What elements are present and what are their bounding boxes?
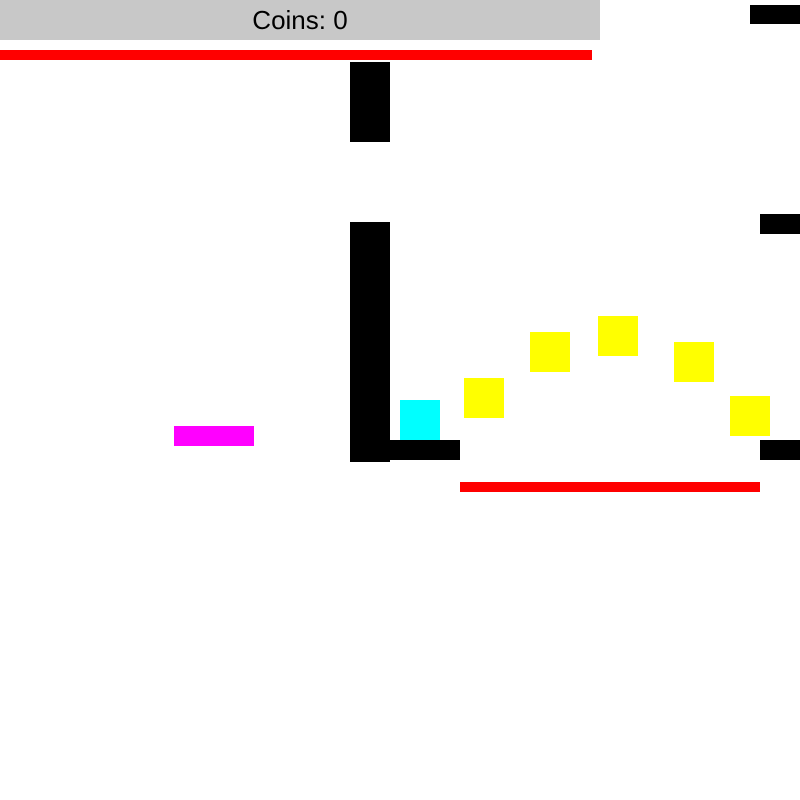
platform-right-top (750, 5, 800, 24)
hazard-top (0, 50, 592, 60)
game-canvas[interactable]: Coins: 0 (0, 0, 800, 800)
moving-platform (174, 426, 254, 446)
hazard-bottom (460, 482, 760, 492)
coin (674, 342, 714, 382)
coins-label: Coins: (252, 4, 326, 35)
coin (464, 378, 504, 418)
player (400, 400, 440, 440)
pillar-upper (350, 62, 390, 142)
platform-right-bottom (760, 440, 800, 460)
coins-value: 0 (333, 4, 348, 35)
coin (730, 396, 770, 436)
pillar-lower (350, 222, 390, 462)
platform-right-middle (760, 214, 800, 234)
ledge-start (390, 440, 460, 460)
coin (598, 316, 638, 356)
coin-counter: Coins: 0 (0, 0, 600, 40)
coin (530, 332, 570, 372)
